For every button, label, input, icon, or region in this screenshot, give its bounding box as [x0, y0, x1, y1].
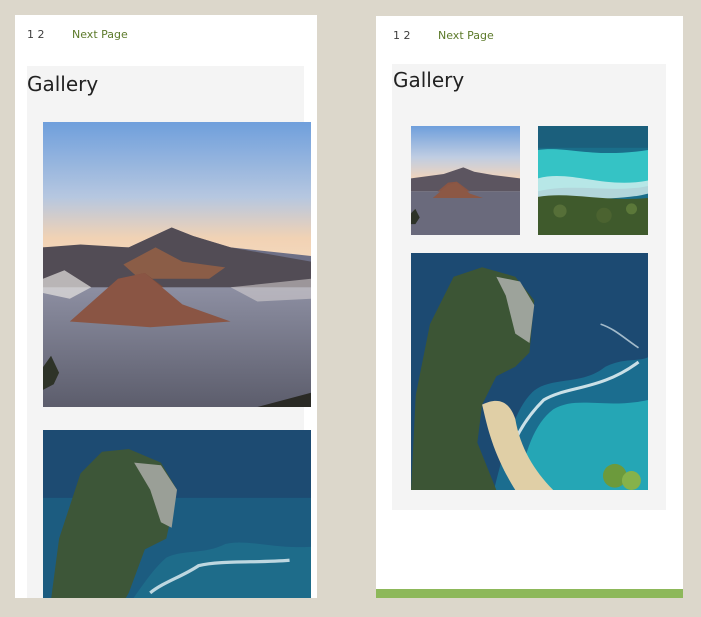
gallery-card: Gallery — [392, 64, 666, 510]
pagination: 1 2 Next Page — [27, 28, 128, 41]
gallery-image-coast[interactable] — [411, 253, 648, 490]
mobile-view-right: 1 2 Next Page Gallery — [376, 16, 683, 598]
next-page-link[interactable]: Next Page — [72, 28, 128, 41]
aerial-sea-photo — [538, 126, 648, 235]
next-page-link[interactable]: Next Page — [438, 29, 494, 42]
gallery-image-mountain[interactable] — [411, 126, 520, 235]
gallery-card: Gallery — [27, 66, 311, 598]
pagination: 1 2 Next Page — [393, 29, 494, 42]
page-numbers[interactable]: 1 2 — [27, 28, 45, 41]
mountain-volcano-photo — [411, 126, 520, 235]
gallery-image-mountain[interactable] — [43, 122, 311, 407]
mobile-view-left: 1 2 Next Page Gallery — [15, 15, 317, 598]
coast-cliff-photo — [43, 430, 311, 598]
gallery-image-coast[interactable] — [43, 430, 311, 598]
accent-footer-bar — [376, 589, 683, 598]
coast-cliff-photo — [411, 253, 648, 490]
gallery-image-aerial-sea[interactable] — [538, 126, 648, 235]
mountain-volcano-photo — [43, 122, 311, 407]
gallery-title: Gallery — [393, 68, 465, 92]
page-numbers[interactable]: 1 2 — [393, 29, 411, 42]
gallery-title: Gallery — [27, 72, 99, 96]
